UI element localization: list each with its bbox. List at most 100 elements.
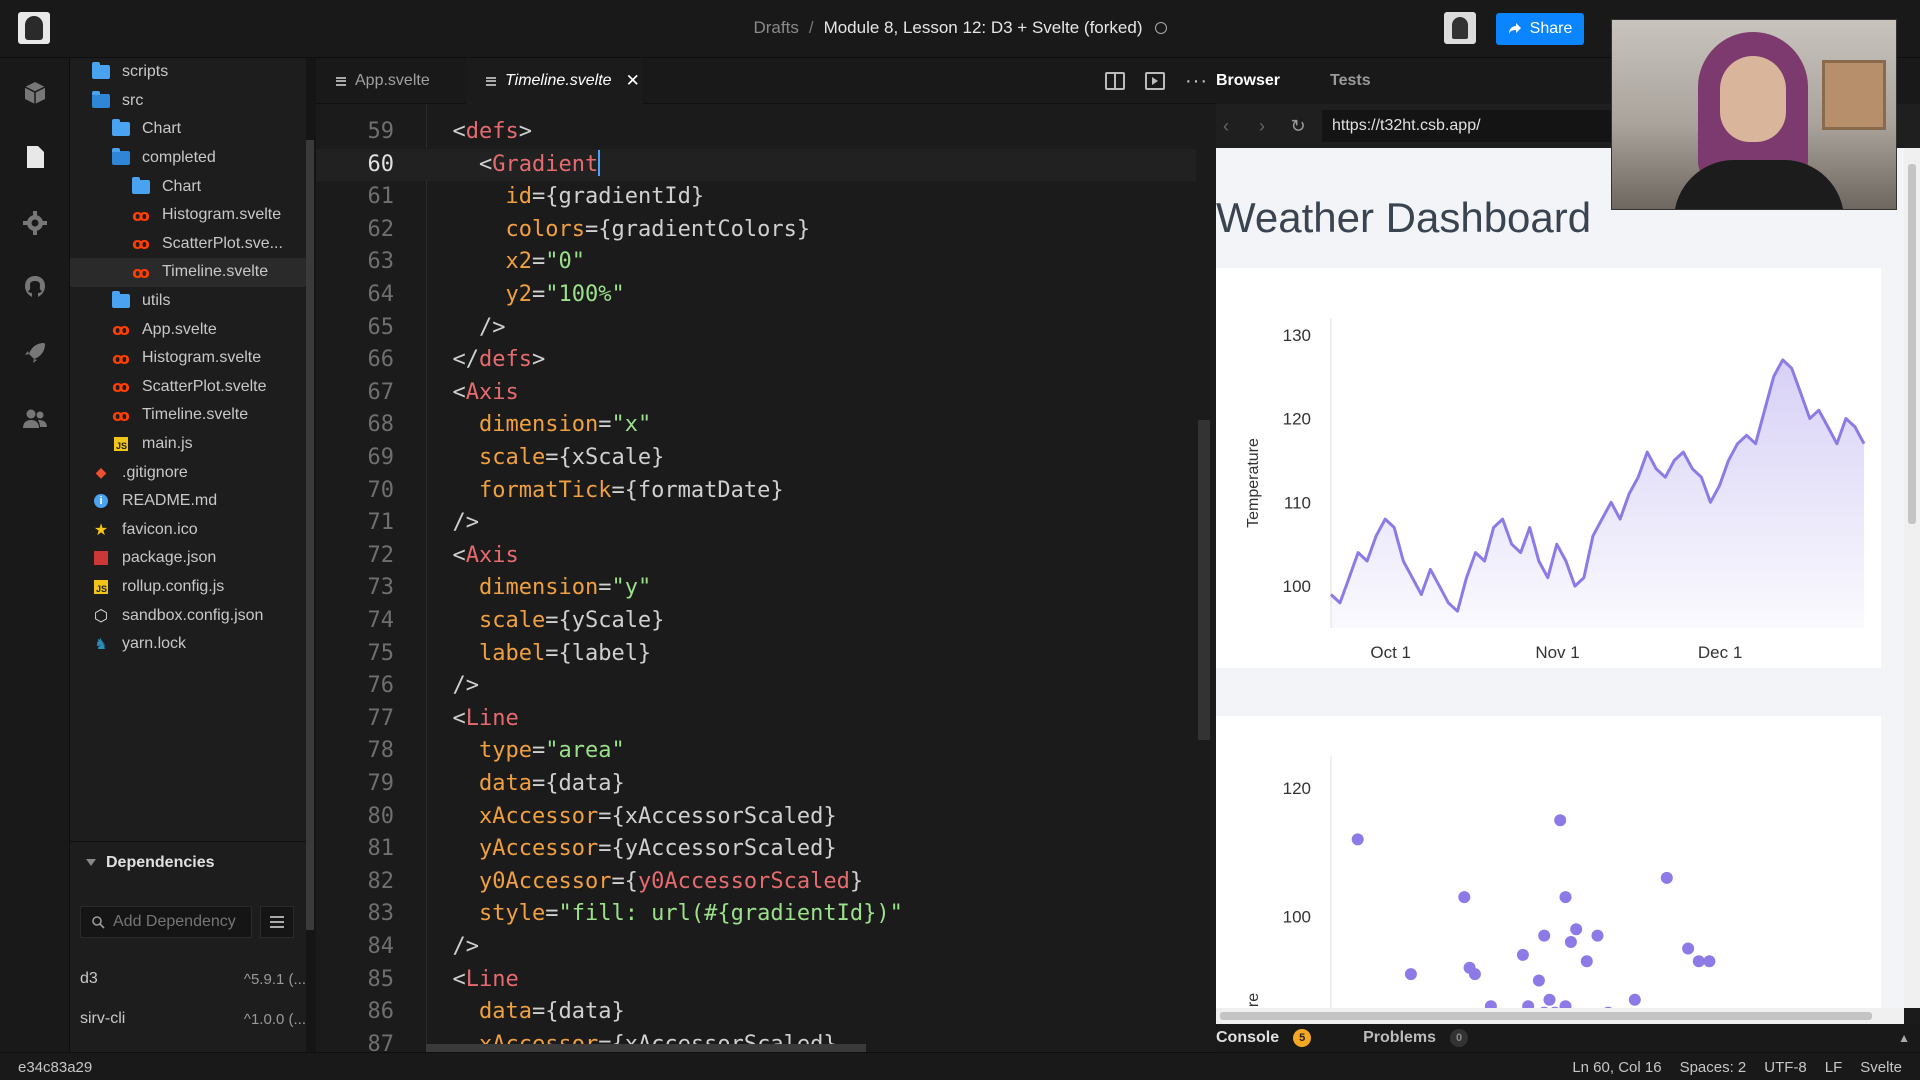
code-line[interactable]: 72 <Axis [316,540,1196,572]
refresh-icon[interactable]: ↻ [1288,116,1308,136]
code-line[interactable]: 70 formatTick={formatDate} [316,475,1196,507]
code-line[interactable]: 85 <Line [316,964,1196,996]
preview-horizontal-scrollbar[interactable] [1216,1008,1904,1024]
preview-vertical-scrollbar[interactable] [1904,148,1920,1008]
file-tree-item[interactable]: ꝏ App.svelte [70,315,306,344]
add-dependency-input[interactable] [113,913,243,931]
code-line[interactable]: 74 scale={yScale} [316,605,1196,637]
code-text: type="area" [426,735,625,767]
cursor-position[interactable]: Ln 60, Col 16 [1572,1059,1661,1076]
code-line[interactable]: 65 /> [316,312,1196,344]
file-tree-item[interactable]: package.json [70,544,306,573]
file-tree-item[interactable]: scripts [70,58,306,87]
file-tree-item[interactable]: src [70,87,306,116]
more-actions-icon[interactable]: ··· [1185,70,1208,93]
sandbox-title[interactable]: Module 8, Lesson 12: D3 + Svelte (forked… [824,18,1143,37]
code-line[interactable]: 84 /> [316,931,1196,963]
open-preview-icon[interactable] [1145,72,1166,90]
code-line[interactable]: 61 id={gradientId} [316,181,1196,213]
line-number: 70 [367,477,395,503]
file-tree-item[interactable]: JS main.js [70,430,306,459]
file-tree-item[interactable]: ꝏ Timeline.svelte [70,401,306,430]
file-tree-item[interactable]: utils [70,287,306,316]
file-tree-item[interactable]: ꝏ Histogram.svelte [70,344,306,373]
code-token: > [531,347,546,373]
tab-tests[interactable]: Tests [1330,58,1371,104]
tab-timeline-svelte[interactable]: Timeline.svelte ✕ [466,58,642,104]
code-line[interactable]: 77 <Line [316,703,1196,735]
share-button[interactable]: Share [1496,13,1584,45]
forward-icon[interactable]: › [1252,116,1272,136]
file-tree-item[interactable]: ꝏ Timeline.svelte [70,258,306,287]
file-tree-item[interactable]: ⬡ sandbox.config.json [70,601,306,630]
code-line[interactable]: 78 type="area" [316,735,1196,767]
scatter-point [1580,955,1593,968]
split-editor-icon[interactable] [1105,72,1126,90]
y-axis-label: ure [1245,993,1262,1008]
back-icon[interactable]: ‹ [1216,116,1236,136]
file-tree-item[interactable]: completed [70,144,306,173]
problems-tab[interactable]: Problems [1363,1029,1436,1047]
editor-vertical-scrollbar[interactable] [1198,420,1210,740]
code-line[interactable]: 60 <Gradient [316,148,1196,181]
code-line[interactable]: 79 data={data} [316,768,1196,800]
dependencies-header[interactable]: Dependencies [70,841,306,883]
line-ending[interactable]: LF [1825,1059,1843,1076]
file-tree-item[interactable]: ꝏ ScatterPlot.svelte [70,373,306,402]
close-tab-icon[interactable]: ✕ [626,71,640,91]
file-tree-item[interactable]: ♞ yarn.lock [70,630,306,659]
indent-setting[interactable]: Spaces: 2 [1680,1059,1747,1076]
code-line[interactable]: 86 data={data} [316,996,1196,1028]
code-token: < [478,151,493,177]
file-tree-item[interactable]: Chart [70,115,306,144]
breadcrumb-drafts[interactable]: Drafts [753,18,798,37]
code-line[interactable]: 83 style="fill: url(#{gradientId})" [316,898,1196,930]
dependency-row[interactable]: sirv-cli ^1.0.0 (... [80,1002,306,1036]
users-icon[interactable] [22,406,48,432]
encoding[interactable]: UTF-8 [1764,1059,1807,1076]
editor-horizontal-scrollbar[interactable] [426,1044,866,1052]
line-number: 85 [367,966,395,992]
code-line[interactable]: 81 yAccessor={yAccessorScaled} [316,833,1196,865]
file-tree-item[interactable]: ★ favicon.ico [70,516,306,545]
code-line[interactable]: 69 scale={xScale} [316,442,1196,474]
tab-browser[interactable]: Browser [1216,58,1280,104]
code-line[interactable]: 76 /> [316,670,1196,702]
code-line[interactable]: 62 colors={gradientColors} [316,214,1196,246]
file-icon[interactable] [22,144,48,170]
code-line[interactable]: 75 label={label} [316,638,1196,670]
scatter-point [1692,955,1705,968]
code-line[interactable]: 63 x2="0" [316,246,1196,278]
github-icon[interactable] [22,274,48,300]
file-tree-item[interactable]: i README.md [70,487,306,516]
code-area[interactable]: 59 <defs> 60 <Gradient 61 id={gradientId} 6… [316,104,1196,1052]
dependency-row[interactable]: d3 ^5.9.1 (... [80,962,306,996]
code-line[interactable]: 66 </defs> [316,344,1196,376]
code-line[interactable]: 82 y0Accessor={y0AccessorScaled} [316,866,1196,898]
box-icon[interactable] [22,80,48,106]
code-line[interactable]: 68 dimension="x" [316,409,1196,441]
file-tree-item[interactable]: ꝏ ScatterPlot.sve... [70,230,306,259]
chevron-up-icon[interactable]: ▲ [1898,1031,1910,1045]
file-tree-item[interactable]: ꝏ Histogram.svelte [70,201,306,230]
explorer-scrollbar[interactable] [306,140,314,930]
tab-app-svelte[interactable]: App.svelte [316,58,466,104]
svelte-icon: ꝏ [132,205,150,225]
add-dependency-field[interactable] [80,906,252,938]
code-line[interactable]: 71 /> [316,507,1196,539]
code-line[interactable]: 59 <defs> [316,116,1196,148]
file-tree-item[interactable]: ◆ .gitignore [70,458,306,487]
file-tree-item[interactable]: Chart [70,172,306,201]
code-line[interactable]: 80 xAccessor={xAccessorScaled} [316,801,1196,833]
code-line[interactable]: 67 <Axis [316,377,1196,409]
code-line[interactable]: 64 y2="100%" [316,279,1196,311]
file-tree-item[interactable]: JS rollup.config.js [70,573,306,602]
rocket-icon[interactable] [22,340,48,366]
console-tab[interactable]: Console [1216,1029,1279,1047]
gear-icon[interactable] [22,210,48,236]
dependency-menu-button[interactable] [260,906,294,938]
language-mode[interactable]: Svelte [1860,1059,1902,1076]
code-line[interactable]: 73 dimension="y" [316,572,1196,604]
user-avatar[interactable] [1444,12,1476,44]
scatter-point [1468,968,1481,981]
